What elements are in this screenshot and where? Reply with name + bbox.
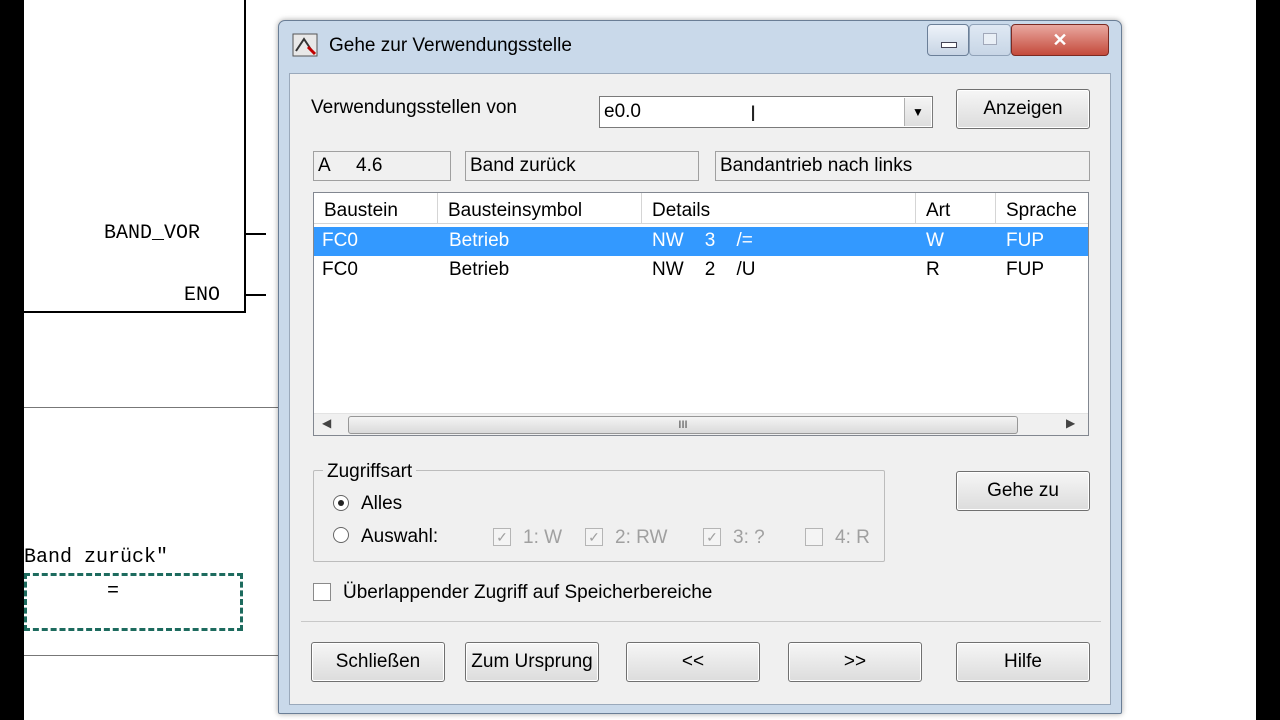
overlap-checkbox-label[interactable]: Überlappender Zugriff auf Speicherbereic… (343, 582, 712, 604)
column-header-details[interactable]: Details (642, 193, 916, 224)
goto-button[interactable]: Gehe zu (956, 471, 1090, 511)
fbd-box-right-edge (244, 0, 246, 313)
cell-language: FUP (1006, 230, 1044, 251)
column-header-language[interactable]: Sprache (996, 193, 1088, 224)
app-icon (292, 33, 318, 57)
usage-label: Verwendungsstellen von (311, 97, 517, 118)
maximize-button[interactable] (969, 24, 1011, 56)
checkbox-w[interactable]: ✓ (493, 528, 511, 546)
eno-connector (246, 294, 266, 296)
table-row[interactable]: FC0 Betrieb NW 3 /= W FUP (314, 227, 1088, 256)
help-button[interactable]: Hilfe (956, 642, 1090, 682)
operand-band-zurueck: Band zurück" (24, 546, 169, 569)
access-type-title: Zugriffsart (323, 461, 417, 483)
combobox-dropdown-button[interactable]: ▼ (904, 98, 931, 126)
radio-all[interactable] (333, 495, 349, 511)
scrollbar-thumb[interactable]: III (348, 416, 1018, 434)
cell-symbol: Betrieb (449, 230, 510, 251)
cell-symbol: Betrieb (449, 259, 510, 280)
output-label-eno: ENO (184, 284, 221, 307)
network-separator-2 (24, 655, 280, 656)
cell-block: FC0 (322, 259, 358, 280)
checkbox-r[interactable] (805, 528, 823, 546)
fbd-box-bottom-edge (24, 311, 246, 313)
horizontal-scrollbar[interactable]: ◀ III ▶ (314, 413, 1088, 435)
cell-language: FUP (1006, 259, 1044, 280)
cell-details: NW 3 /= (652, 230, 753, 251)
assign-box[interactable]: = (24, 573, 243, 631)
band-vor-connector (246, 233, 266, 235)
next-button[interactable]: >> (788, 642, 922, 682)
column-header-symbol[interactable]: Bausteinsymbol (438, 193, 642, 224)
checkbox-rw[interactable]: ✓ (585, 528, 603, 546)
overlap-checkbox[interactable] (313, 583, 331, 601)
column-header-type[interactable]: Art (916, 193, 996, 224)
table-row[interactable]: FC0 Betrieb NW 2 /U R FUP (314, 256, 1088, 285)
chevron-down-icon: ▼ (912, 105, 924, 119)
fup-editor-canvas: BAND_VOR ENO Band zurück" = (24, 0, 280, 720)
scroll-right-arrow-icon[interactable]: ▶ (1066, 416, 1075, 430)
close-button[interactable]: Schließen (311, 642, 445, 682)
show-button[interactable]: Anzeigen (956, 89, 1090, 129)
usage-list[interactable]: Baustein Bausteinsymbol Details Art Spra… (313, 192, 1089, 436)
cell-details: NW 2 /U (652, 259, 756, 280)
cell-type: W (926, 230, 944, 251)
close-window-button[interactable]: ✕ (1011, 24, 1109, 56)
checkbox-r-label: 4: R (835, 527, 870, 548)
radio-select-label[interactable]: Auswahl: (361, 526, 438, 548)
output-label-band-vor: BAND_VOR (104, 222, 201, 245)
usage-combobox[interactable]: e0.0 I ▼ (599, 96, 933, 128)
checkbox-unknown-label: 3: ? (733, 527, 765, 548)
goto-usage-dialog: Gehe zur Verwendungsstelle ✕ Verwendungs… (278, 20, 1122, 714)
symbol-field: Band zurück (465, 151, 699, 181)
minimize-button[interactable] (927, 24, 969, 56)
scroll-grip-icon: III (678, 419, 688, 431)
go-to-origin-button[interactable]: Zum Ursprung (465, 642, 599, 682)
column-header-block[interactable]: Baustein (314, 193, 438, 224)
cell-block: FC0 (322, 230, 358, 251)
button-row-separator (301, 621, 1101, 622)
assign-symbol: = (107, 580, 120, 603)
checkbox-unknown[interactable]: ✓ (703, 528, 721, 546)
network-separator (24, 407, 280, 408)
text-cursor-icon: I (750, 101, 757, 126)
access-type-group (313, 470, 885, 562)
cell-type: R (926, 259, 940, 280)
maximize-icon (983, 33, 997, 45)
comment-field: Bandantrieb nach links (715, 151, 1090, 181)
minimize-icon (941, 42, 957, 48)
scroll-left-arrow-icon[interactable]: ◀ (322, 416, 331, 430)
usage-combobox-value: e0.0 (604, 101, 641, 122)
right-screen-border (1256, 0, 1280, 720)
radio-select[interactable] (333, 527, 349, 543)
left-screen-border (0, 0, 24, 720)
checkbox-w-label: 1: W (523, 527, 563, 548)
previous-button[interactable]: << (626, 642, 760, 682)
address-field: A 4.6 (313, 151, 451, 181)
checkbox-rw-label: 2: RW (615, 527, 668, 548)
dialog-title: Gehe zur Verwendungsstelle (329, 35, 572, 56)
title-bar[interactable]: Gehe zur Verwendungsstelle ✕ (279, 21, 1121, 73)
radio-all-label[interactable]: Alles (361, 493, 402, 515)
close-icon: ✕ (1052, 29, 1068, 50)
